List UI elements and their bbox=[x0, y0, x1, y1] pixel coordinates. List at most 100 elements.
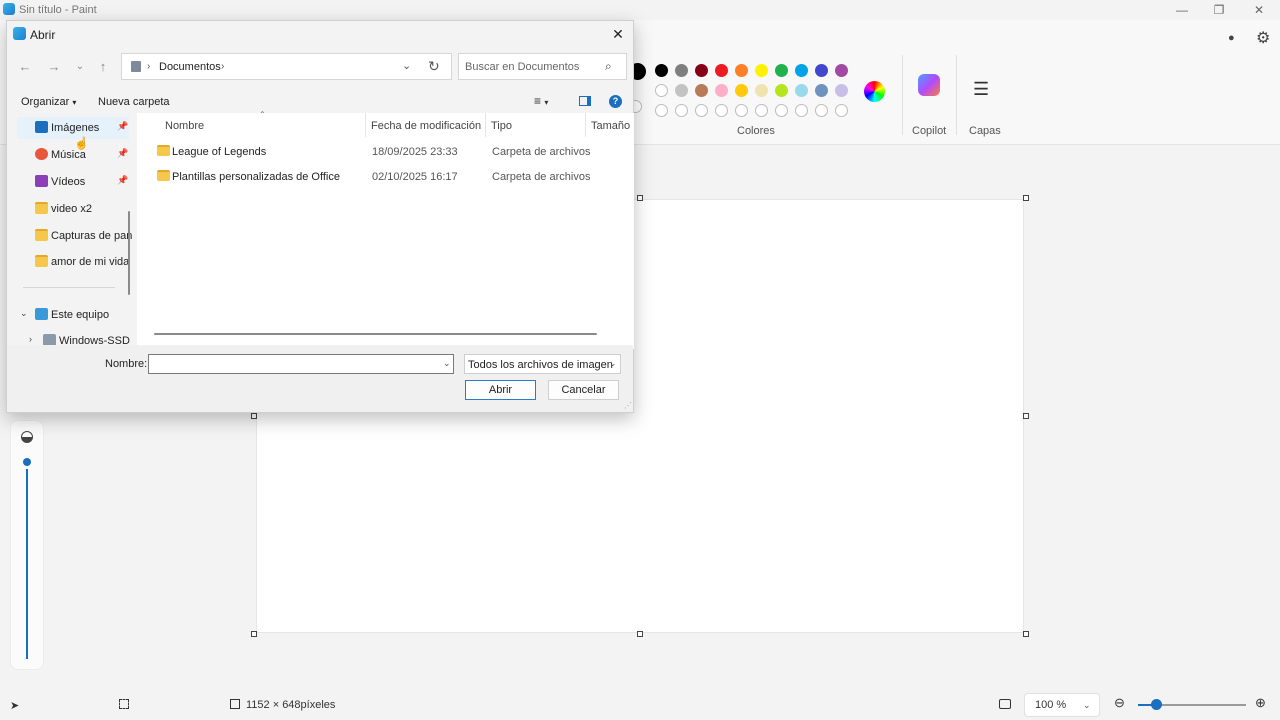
nav-scrollbar[interactable] bbox=[128, 211, 130, 295]
nav-item-videos[interactable]: Vídeos 📌 bbox=[17, 171, 129, 193]
custom-color-slot[interactable] bbox=[695, 104, 708, 117]
cancel-button[interactable]: Cancelar bbox=[548, 380, 619, 400]
column-divider[interactable] bbox=[485, 113, 486, 137]
custom-color-slot[interactable] bbox=[655, 104, 668, 117]
palette-color-swatch[interactable] bbox=[815, 84, 828, 97]
nav-item-musica[interactable]: Música 📌 bbox=[17, 144, 129, 166]
resize-handle[interactable] bbox=[1023, 195, 1029, 201]
palette-color-swatch[interactable] bbox=[715, 84, 728, 97]
palette-color-swatch[interactable] bbox=[815, 64, 828, 77]
address-bar[interactable]: › Documentos › ⌄ ↻ bbox=[121, 53, 452, 80]
palette-color-swatch[interactable] bbox=[755, 64, 768, 77]
resize-handle[interactable] bbox=[637, 195, 643, 201]
zoom-in-icon[interactable]: ⊕ bbox=[1255, 695, 1266, 711]
breadcrumb-documents[interactable]: Documentos bbox=[159, 61, 221, 73]
palette-color-swatch[interactable] bbox=[795, 84, 808, 97]
horizontal-scrollbar[interactable] bbox=[154, 333, 597, 335]
nav-item-imagenes[interactable]: Imágenes 📌 bbox=[17, 117, 129, 139]
copilot-icon[interactable] bbox=[918, 74, 940, 96]
palette-color-swatch[interactable] bbox=[775, 64, 788, 77]
palette-color-swatch[interactable] bbox=[795, 64, 808, 77]
nav-item-capturas[interactable]: Capturas de pan bbox=[17, 225, 132, 247]
organize-menu-button[interactable]: Organizar ▾ bbox=[21, 96, 76, 108]
resize-handle[interactable] bbox=[1023, 631, 1029, 637]
breadcrumb-separator-icon[interactable]: › bbox=[221, 61, 224, 72]
custom-color-slot[interactable] bbox=[795, 104, 808, 117]
custom-color-slot[interactable] bbox=[815, 104, 828, 117]
column-name[interactable]: Nombre bbox=[165, 120, 204, 132]
table-row[interactable]: League of Legends 18/09/2025 23:33 Carpe… bbox=[153, 141, 623, 163]
open-button[interactable]: Abrir bbox=[465, 380, 536, 400]
table-row[interactable]: Plantillas personalizadas de Office 02/1… bbox=[153, 166, 623, 188]
custom-color-slot[interactable] bbox=[715, 104, 728, 117]
resize-handle[interactable] bbox=[1023, 413, 1029, 419]
nav-item-video-x2[interactable]: video x2 bbox=[17, 198, 129, 220]
custom-color-slot[interactable] bbox=[735, 104, 748, 117]
recent-locations-chevron-icon[interactable]: ⌄ bbox=[70, 57, 90, 77]
file-type-filter[interactable]: Todos los archivos de imagen ⌄ bbox=[464, 354, 621, 374]
filename-input[interactable] bbox=[152, 357, 437, 371]
account-icon[interactable]: ● bbox=[1228, 32, 1235, 44]
column-divider[interactable] bbox=[585, 113, 586, 137]
palette-color-swatch[interactable] bbox=[835, 84, 848, 97]
filename-field[interactable]: ⌄ bbox=[148, 354, 454, 374]
palette-color-swatch[interactable] bbox=[655, 64, 668, 77]
zoom-dropdown[interactable]: 100 % ⌄ bbox=[1024, 693, 1100, 717]
resize-handle[interactable] bbox=[251, 631, 257, 637]
palette-color-swatch[interactable] bbox=[835, 64, 848, 77]
maximize-button[interactable]: ❐ bbox=[1209, 2, 1229, 18]
row-modified: 02/10/2025 16:17 bbox=[372, 171, 458, 183]
size-slider-thumb[interactable] bbox=[23, 458, 31, 466]
column-size[interactable]: Tamaño bbox=[591, 120, 630, 132]
palette-color-swatch[interactable] bbox=[735, 64, 748, 77]
filename-dropdown-chevron-icon[interactable]: ⌄ bbox=[443, 358, 451, 369]
custom-color-slot[interactable] bbox=[835, 104, 848, 117]
address-dropdown-chevron-icon[interactable]: ⌄ bbox=[402, 59, 411, 72]
palette-color-swatch[interactable] bbox=[735, 84, 748, 97]
palette-color-swatch[interactable] bbox=[715, 64, 728, 77]
refresh-icon[interactable]: ↻ bbox=[428, 58, 440, 75]
resize-handle[interactable] bbox=[637, 631, 643, 637]
help-icon[interactable]: ? bbox=[609, 95, 622, 108]
column-divider[interactable] bbox=[365, 113, 366, 137]
zoom-out-icon[interactable]: ⊖ bbox=[1114, 695, 1125, 711]
nav-item-amor-de-mi-vida[interactable]: amor de mi vida bbox=[17, 251, 129, 273]
palette-color-swatch[interactable] bbox=[675, 64, 688, 77]
nav-item-este-equipo[interactable]: ⌄ Este equipo bbox=[17, 304, 129, 326]
palette-color-swatch[interactable] bbox=[755, 84, 768, 97]
preview-pane-icon[interactable] bbox=[579, 96, 591, 106]
search-input[interactable] bbox=[465, 60, 595, 74]
color-picker-wheel-icon[interactable] bbox=[864, 81, 885, 102]
view-options-icon[interactable]: ≡ ▾ bbox=[534, 94, 548, 108]
collapse-chevron-icon[interactable]: › bbox=[29, 334, 32, 344]
file-type-value: Todos los archivos de imagen bbox=[468, 359, 613, 371]
back-arrow-icon[interactable]: ← bbox=[15, 57, 35, 77]
column-type[interactable]: Tipo bbox=[491, 120, 512, 132]
settings-gear-icon[interactable]: ⚙ bbox=[1256, 28, 1270, 48]
up-arrow-icon[interactable]: ↑ bbox=[93, 57, 113, 77]
palette-color-swatch[interactable] bbox=[695, 64, 708, 77]
search-box[interactable]: ⌕ bbox=[458, 53, 627, 80]
layers-icon[interactable]: ☰ bbox=[973, 79, 989, 100]
palette-color-swatch[interactable] bbox=[775, 84, 788, 97]
nav-item-windows-ssd[interactable]: › Windows-SSD bbox=[17, 330, 130, 345]
custom-color-slot[interactable] bbox=[675, 104, 688, 117]
palette-color-swatch[interactable] bbox=[675, 84, 688, 97]
nav-divider bbox=[23, 287, 115, 288]
fit-screen-icon[interactable] bbox=[999, 699, 1011, 709]
minimize-button[interactable]: — bbox=[1172, 2, 1192, 18]
dialog-close-button[interactable]: ✕ bbox=[609, 25, 627, 43]
size-slider-track[interactable] bbox=[26, 469, 28, 659]
custom-color-slot[interactable] bbox=[775, 104, 788, 117]
zoom-slider-thumb[interactable] bbox=[1151, 699, 1162, 710]
forward-arrow-icon[interactable]: → bbox=[44, 57, 64, 77]
close-button[interactable]: ✕ bbox=[1249, 2, 1269, 18]
resize-grip-icon[interactable]: ⋰ bbox=[624, 401, 632, 410]
resize-handle[interactable] bbox=[251, 413, 257, 419]
palette-color-swatch[interactable] bbox=[655, 84, 668, 97]
custom-color-slot[interactable] bbox=[755, 104, 768, 117]
new-folder-button[interactable]: Nueva carpeta bbox=[98, 96, 170, 108]
palette-color-swatch[interactable] bbox=[695, 84, 708, 97]
column-modified[interactable]: Fecha de modificación bbox=[371, 120, 481, 132]
expand-chevron-icon[interactable]: ⌄ bbox=[20, 308, 28, 319]
